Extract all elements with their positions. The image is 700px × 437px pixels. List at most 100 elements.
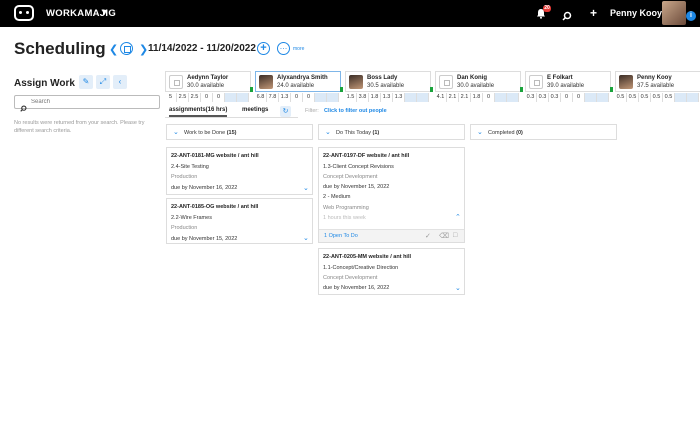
search-field[interactable] <box>14 95 160 112</box>
robot-logo-icon[interactable] <box>14 5 34 21</box>
chevron-down-icon[interactable]: ▼ <box>100 7 109 17</box>
day-hours-cell[interactable]: 5 <box>165 93 177 102</box>
person-card[interactable]: Alyxandrya Smith 24.0 available <box>255 71 341 92</box>
assignment-card[interactable]: 22-ANT-0185-OG website / ant hill 2.2-Wi… <box>166 198 313 244</box>
day-hours-cell[interactable] <box>495 93 507 102</box>
chevron-left-icon[interactable]: ‹ <box>113 75 127 89</box>
person-card[interactable]: E Folkart 39.0 available <box>525 71 611 92</box>
day-hours-cell[interactable] <box>405 93 417 102</box>
column-work-to-be-done[interactable]: ⌄ Work to be Done (15) <box>166 124 313 140</box>
refresh-icon[interactable]: ↻ <box>280 106 291 117</box>
tab-assignments[interactable]: assignments(16 hrs) <box>169 107 228 117</box>
day-hours-cell[interactable]: 3.8 <box>357 93 369 102</box>
column-do-this-today[interactable]: ⌄ Do This Today (1) <box>318 124 465 140</box>
day-hours-cell[interactable] <box>585 93 597 102</box>
day-hours-cell[interactable]: 2.1 <box>447 93 459 102</box>
person-card[interactable]: Dan Konig 30.0 available <box>435 71 521 92</box>
person-card[interactable]: Aedynn Taylor 30.0 available <box>165 71 251 92</box>
day-hours-cell[interactable] <box>687 93 699 102</box>
column-completed[interactable]: ⌄ Completed (0) <box>470 124 617 140</box>
person-column[interactable]: Penny Kooy 37.5 available 0.5 0.5 0.5 0.5 0.5 <box>615 70 700 103</box>
person-column[interactable]: Dan Konig 30.0 available 4.1 2.1 2.1 1.8 0 <box>435 70 525 103</box>
more-label[interactable]: more <box>293 46 304 52</box>
person-column[interactable]: E Folkart 39.0 available 0.3 0.3 0.3 0 0 <box>525 70 615 103</box>
search-input[interactable] <box>31 97 156 107</box>
day-hours-cell[interactable]: 0 <box>303 93 315 102</box>
day-hours-cell[interactable]: 0.3 <box>537 93 549 102</box>
day-hours-cell[interactable]: 2.5 <box>177 93 189 102</box>
day-hours-cell[interactable] <box>237 93 249 102</box>
day-hours-cell[interactable]: 1.8 <box>369 93 381 102</box>
day-hours-cell[interactable]: 2.5 <box>189 93 201 102</box>
info-icon[interactable]: i <box>686 11 696 21</box>
card-title[interactable]: 22-ANT-0205-MM website / ant hill <box>323 254 411 260</box>
day-hours-cell[interactable] <box>327 93 339 102</box>
card-title[interactable]: 22-ANT-0181-MG website / ant hill <box>171 153 259 159</box>
day-hours-cell[interactable]: 0 <box>561 93 573 102</box>
day-hours-cell[interactable] <box>597 93 609 102</box>
day-hours-cell[interactable]: 0.5 <box>627 93 639 102</box>
day-hours-cell[interactable]: 7.8 <box>267 93 279 102</box>
assignment-card[interactable]: 22-ANT-0181-MG website / ant hill 2.4-Si… <box>166 147 313 195</box>
card-title[interactable]: 22-ANT-0185-OG website / ant hill <box>171 204 258 210</box>
chevron-down-icon[interactable]: ⌄ <box>455 284 461 292</box>
person-availability: 39.0 available <box>547 83 585 89</box>
day-hours-cell[interactable]: 0 <box>201 93 213 102</box>
calendar-icon[interactable] <box>120 42 133 55</box>
chevron-down-icon[interactable]: ⌄ <box>173 128 179 136</box>
chevron-up-icon[interactable]: ⌃ <box>455 213 461 221</box>
card-title[interactable]: 22-ANT-0197-DF website / ant hill <box>323 153 409 159</box>
person-column[interactable]: Alyxandrya Smith 24.0 available 6.8 7.8 1.3 0… <box>255 70 345 103</box>
day-hours-cell[interactable]: 0 <box>483 93 495 102</box>
person-card[interactable]: Boss Lady 30.5 available <box>345 71 431 92</box>
check-icon[interactable]: ✓ <box>425 232 431 240</box>
filter-people-link[interactable]: Click to filter out people <box>324 108 387 114</box>
pencil-icon[interactable]: ✎ <box>79 75 93 89</box>
more-button[interactable]: … <box>277 42 290 55</box>
day-hours-cell[interactable]: 1.3 <box>381 93 393 102</box>
reassign-icon[interactable]: ⌫ <box>439 232 449 240</box>
comment-icon[interactable]: □ <box>453 232 457 239</box>
day-hours-cell[interactable]: 1.5 <box>345 93 357 102</box>
day-hours-cell[interactable] <box>417 93 429 102</box>
day-hours-cell[interactable]: 0.3 <box>549 93 561 102</box>
day-hours-cell[interactable] <box>507 93 519 102</box>
chevron-down-icon[interactable]: ⌄ <box>325 128 331 136</box>
day-hours-cell[interactable]: 0.5 <box>639 93 651 102</box>
person-column[interactable]: Boss Lady 30.5 available 1.5 3.8 1.8 1.3 1.3 <box>345 70 435 103</box>
assignment-card-expanded[interactable]: 22-ANT-0197-DF website / ant hill 1.3-Cl… <box>318 147 465 243</box>
user-avatar[interactable] <box>662 1 686 25</box>
expand-icon[interactable]: ⤢ <box>96 75 110 89</box>
day-hours-cell[interactable]: 4.1 <box>435 93 447 102</box>
day-hours-cell[interactable]: 1.3 <box>279 93 291 102</box>
day-hours-cell[interactable]: 2.1 <box>459 93 471 102</box>
chevron-right-icon[interactable]: ❯ <box>139 43 148 56</box>
person-column[interactable]: Aedynn Taylor 30.0 available 5 2.5 2.5 0 0 <box>165 70 255 103</box>
day-hours-cell[interactable]: 0 <box>213 93 225 102</box>
day-hours-cell[interactable] <box>675 93 687 102</box>
search-icon[interactable] <box>562 8 572 26</box>
day-hours-cell[interactable]: 0.3 <box>525 93 537 102</box>
day-hours-cell[interactable]: 0 <box>573 93 585 102</box>
day-hours-cell[interactable]: 1.8 <box>471 93 483 102</box>
open-todo-link[interactable]: 1 Open To Do <box>324 233 358 239</box>
day-hours-cell[interactable]: 1.3 <box>393 93 405 102</box>
person-card[interactable]: Penny Kooy 37.5 available <box>615 71 700 92</box>
user-name[interactable]: Penny Kooy <box>610 8 662 18</box>
add-icon[interactable]: + <box>590 7 597 19</box>
day-hours-cell[interactable] <box>315 93 327 102</box>
day-hours-cell[interactable]: 6.8 <box>255 93 267 102</box>
chevron-down-icon[interactable]: ⌄ <box>303 184 309 192</box>
chevron-left-icon[interactable]: ❮ <box>109 43 118 56</box>
chevron-down-icon[interactable]: ⌄ <box>303 234 309 242</box>
tab-meetings[interactable]: meetings <box>242 107 268 113</box>
day-hours-cell[interactable]: 0.5 <box>663 93 675 102</box>
assignment-card[interactable]: 22-ANT-0205-MM website / ant hill 1.1-Co… <box>318 248 465 295</box>
day-hours-cell[interactable] <box>225 93 237 102</box>
day-hours-cell[interactable]: 0.5 <box>651 93 663 102</box>
day-hours-cell[interactable]: 0 <box>291 93 303 102</box>
chevron-down-icon[interactable]: ⌄ <box>477 128 483 136</box>
person-avatar <box>439 75 453 89</box>
day-hours-cell[interactable]: 0.5 <box>615 93 627 102</box>
add-button[interactable]: + <box>257 42 270 55</box>
